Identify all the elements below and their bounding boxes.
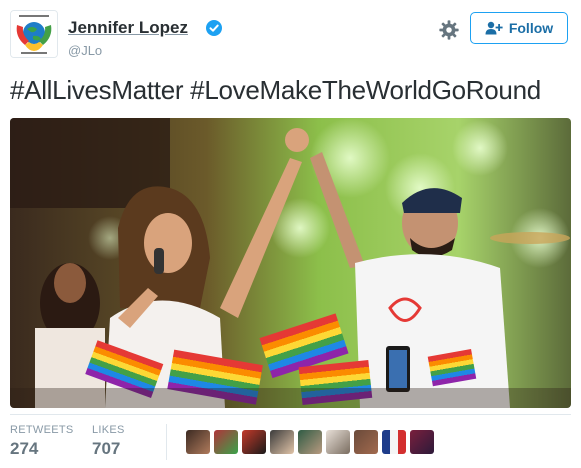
stats-vertical-divider <box>166 424 167 460</box>
gear-icon[interactable] <box>438 19 460 41</box>
avatar[interactable] <box>10 10 58 58</box>
liker-avatars <box>186 430 434 454</box>
follow-button[interactable]: Follow <box>470 12 568 44</box>
user-handle[interactable]: @JLo <box>68 43 102 58</box>
liker-avatar[interactable] <box>214 430 238 454</box>
likes-stat[interactable]: LIKES 707 <box>92 424 125 459</box>
stats-divider <box>10 414 571 415</box>
liker-avatar[interactable] <box>410 430 434 454</box>
love-globe-logo-icon <box>11 11 57 57</box>
liker-avatar[interactable] <box>186 430 210 454</box>
retweets-stat[interactable]: RETWEETS 274 <box>10 424 74 459</box>
retweets-label: RETWEETS <box>10 424 74 436</box>
tweet-card: Jennifer Lopez @JLo Follow #AllLivesMatt… <box>0 0 581 468</box>
liker-avatar[interactable] <box>298 430 322 454</box>
retweets-count: 274 <box>10 439 39 458</box>
likes-count: 707 <box>92 439 121 458</box>
tweet-text: #AllLivesMatter #LoveMakeTheWorldGoRound <box>10 75 541 105</box>
display-name[interactable]: Jennifer Lopez <box>68 18 188 38</box>
follow-button-label: Follow <box>508 20 554 36</box>
add-user-icon <box>485 21 503 35</box>
liker-avatar[interactable] <box>270 430 294 454</box>
concert-photo-image <box>10 118 571 408</box>
tweet-header: Jennifer Lopez @JLo Follow <box>10 10 572 64</box>
liker-avatar[interactable] <box>354 430 378 454</box>
verified-badge-icon <box>206 20 222 36</box>
likes-label: LIKES <box>92 424 125 436</box>
tweet-photo[interactable] <box>10 118 571 408</box>
liker-avatar[interactable] <box>242 430 266 454</box>
liker-avatar[interactable] <box>326 430 350 454</box>
liker-avatar[interactable] <box>382 430 406 454</box>
